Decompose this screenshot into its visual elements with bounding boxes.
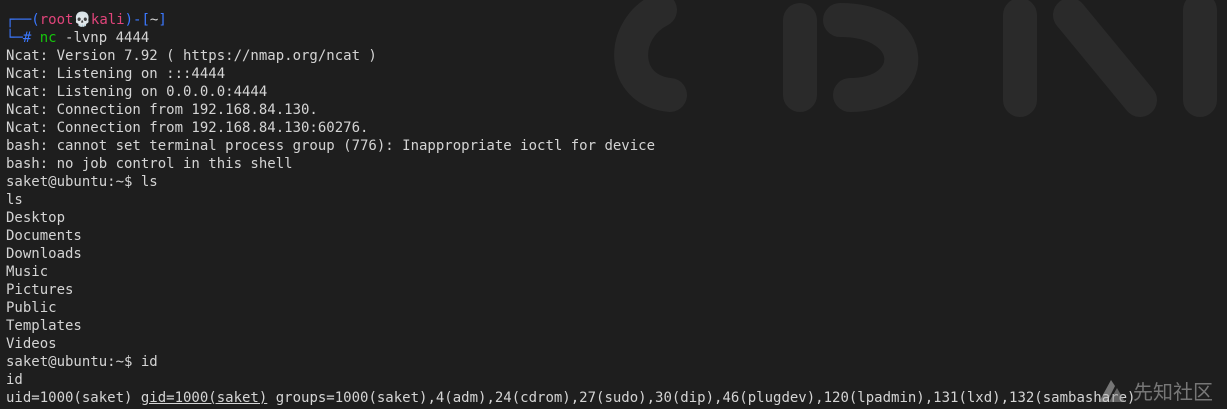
id-output-line: uid=1000(saket) gid=1000(saket) groups=1… — [6, 389, 1227, 407]
prompt-corner-top: ┌── — [6, 12, 32, 28]
prompt-corner-bottom: └─ — [6, 30, 23, 46]
output-line: Ncat: Connection from 192.168.84.130:602… — [6, 120, 369, 136]
output-line: Music — [6, 264, 49, 280]
prompt-host: kali — [90, 12, 125, 28]
output-line: Documents — [6, 228, 82, 244]
skull-icon: 💀 — [73, 12, 91, 28]
prompt-line-top: ┌──(root💀kali)-[~] — [6, 12, 167, 28]
id-gid: gid=1000(saket) — [140, 390, 268, 406]
output-line: Pictures — [6, 282, 74, 298]
output-line: Downloads — [6, 246, 82, 262]
output-line: saket@ubuntu:~$ id — [6, 354, 158, 370]
output-line: Desktop — [6, 210, 66, 226]
output-line: Public — [6, 300, 57, 316]
prompt-user: root — [39, 12, 74, 28]
prompt-line-bottom: └─# nc -lvnp 4444 — [6, 29, 1227, 47]
id-groups: groups=1000(saket),4(adm),24(cdrom),27(s… — [267, 390, 1136, 406]
output-line: Ncat: Listening on 0.0.0.0:4444 — [6, 84, 268, 100]
output-line: ls — [6, 192, 23, 208]
output-line: Ncat: Connection from 192.168.84.130. — [6, 102, 318, 118]
command-args: -lvnp 4444 — [56, 30, 150, 46]
command-name: nc — [39, 30, 57, 46]
output-line: Ncat: Version 7.92 ( https://nmap.org/nc… — [6, 48, 377, 64]
output-line: Templates — [6, 318, 82, 334]
output-line: saket@ubuntu:~$ ls — [6, 174, 158, 190]
id-uid: uid=1000(saket) — [6, 390, 141, 406]
output-line: Ncat: Listening on :::4444 — [6, 66, 226, 82]
output-line: bash: no job control in this shell — [6, 156, 293, 172]
terminal-output: ┌──(root💀kali)-[~] └─# nc -lvnp 4444 Nca… — [6, 11, 1227, 409]
output-line: bash: cannot set terminal process group … — [6, 138, 656, 154]
output-line: id — [6, 372, 23, 388]
output-line: Videos — [6, 336, 57, 352]
